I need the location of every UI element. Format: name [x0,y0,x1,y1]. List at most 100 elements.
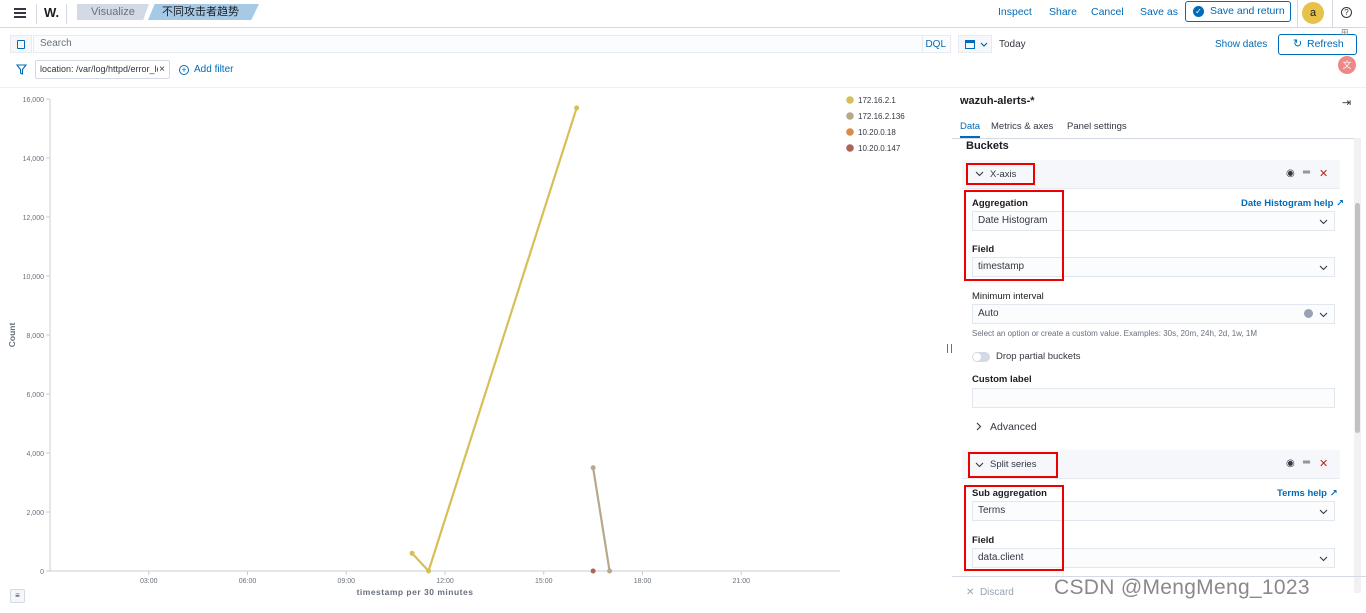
annotation-box-split [968,452,1058,478]
legend-item: 10.20.0.147 [858,144,901,153]
collapse-sidebar-icon[interactable]: ⇥ [1342,96,1351,109]
x-axis-title: timestamp per 30 minutes [357,587,474,597]
x-tick-label: 12:00 [436,578,454,585]
avatar[interactable]: a [1302,2,1324,24]
date-display[interactable]: Today [999,39,1026,50]
eye-icon[interactable]: ◉ [1286,168,1295,179]
remove-icon[interactable]: ✕ [1319,167,1328,180]
app-logo[interactable]: W. [44,5,59,20]
custom-label-label: Custom label [972,374,1032,385]
chevron-right-icon[interactable] [976,422,982,431]
sidebar-scrollbar[interactable] [1354,138,1361,593]
tab-panel-settings[interactable]: Panel settings [1067,121,1127,132]
menu-icon[interactable] [14,8,26,18]
y-tick-label: 8,000 [26,333,44,340]
save-as-button[interactable]: Save as [1140,0,1178,28]
chevron-down-icon [1319,509,1328,515]
refresh-icon: ↻ [1293,38,1303,50]
remove-icon[interactable]: ✕ [1319,457,1328,470]
tab-metrics-axes[interactable]: Metrics & axes [991,121,1053,132]
floating-translate-icon[interactable]: 文 [1338,56,1356,74]
x-tick-label: 06:00 [239,578,257,585]
min-interval-combobox[interactable]: Auto [972,304,1335,324]
breadcrumb-visualize[interactable]: Visualize [77,4,149,20]
add-filter-button[interactable]: + Add filter [179,64,233,75]
data-point [409,550,415,556]
help-link-label: Date Histogram help [1241,198,1334,209]
series-line [592,467,611,572]
data-point [574,105,580,111]
refresh-label: Refresh [1307,38,1344,50]
date-histogram-help-link[interactable]: Date Histogram help ↗ [1241,198,1344,209]
terms-help-label: Terms help [1277,488,1327,499]
filter-pill[interactable]: location: /var/log/httpd/error_log × [35,60,170,79]
min-interval-value: Auto [978,308,999,319]
drag-handle-icon[interactable]: ═ [1303,457,1310,468]
clear-icon[interactable] [1304,309,1313,318]
share-button[interactable]: Share [1049,0,1077,28]
interval-help-text: Select an option or create a custom valu… [972,329,1258,338]
save-and-return-label: Save and return [1210,5,1285,17]
index-pattern-title: wazuh-alerts-* [960,95,1035,107]
x-tick-label: 21:00 [732,578,750,585]
filter-pill-label: location: /var/log/httpd/error_log [40,64,158,74]
external-link-icon: ↗ [1336,198,1344,209]
plus-circle-icon: + [179,65,189,75]
legend-item: 10.20.0.18 [858,128,896,137]
data-point [607,568,613,574]
breadcrumb-current: 不同攻击者趋势对比 [148,4,259,20]
data-point [590,465,596,471]
drop-partial-label: Drop partial buckets [996,351,1081,362]
data-point [590,568,596,574]
save-and-return-button[interactable]: ✓ Save and return [1185,1,1291,22]
date-picker-quick-menu[interactable] [958,35,992,53]
external-link-icon: ↗ [1329,488,1338,499]
x-tick-label: 15:00 [535,578,553,585]
discard-label: Discard [979,587,1014,598]
x-tick-label: 18:00 [634,578,652,585]
chevron-down-icon [1319,312,1328,318]
floating-grid-icon[interactable]: ⊞ [1341,27,1349,38]
search-bar[interactable]: Search DQL [33,35,951,53]
series-line [411,107,578,574]
annotation-box-agg-field [964,190,1064,281]
y-tick-label: 10,000 [23,274,45,281]
watermark: CSDN @MengMeng_1023 [1054,576,1310,599]
advanced-toggle[interactable]: Advanced [990,421,1037,433]
min-interval-label: Minimum interval [972,291,1044,302]
custom-label-input[interactable] [972,388,1335,408]
cancel-button[interactable]: Cancel [1091,0,1124,28]
dql-language-button[interactable]: DQL [925,39,946,50]
legend-item: 172.16.2.1 [858,96,896,105]
inspect-button[interactable]: Inspect [998,0,1032,28]
saved-query-icon[interactable] [10,35,32,53]
filter-icon[interactable] [16,64,27,75]
x-tick-label: 09:00 [337,578,355,585]
y-tick-label: 16,000 [23,97,45,104]
y-tick-label: 6,000 [26,392,44,399]
y-tick-label: 12,000 [23,215,45,222]
x-tick-label: 03:00 [140,578,158,585]
help-icon[interactable]: ? [1341,7,1352,18]
tab-data[interactable]: Data [960,121,981,138]
legend-swatch [846,144,854,152]
legend-swatch [846,128,854,136]
close-icon: ✕ [966,587,975,598]
show-dates-button[interactable]: Show dates [1215,39,1267,50]
legend-swatch [846,112,854,120]
y-tick-label: 14,000 [23,156,45,163]
legend-toggle-icon[interactable]: ≡ [10,589,25,603]
drop-partial-toggle[interactable] [972,352,990,362]
buckets-title: Buckets [966,140,1009,152]
search-input[interactable]: Search [40,38,72,49]
eye-icon[interactable]: ◉ [1286,458,1295,469]
drag-handle-icon[interactable]: ═ [1303,167,1310,178]
calendar-icon [965,40,975,49]
discard-button[interactable]: ✕ Discard [966,587,1014,598]
data-point [426,568,432,574]
close-icon[interactable]: × [159,61,165,78]
annotation-box-xaxis [966,163,1035,185]
chevron-down-icon [1319,219,1328,225]
terms-help-link[interactable]: Terms help ↗ [1277,488,1338,499]
y-tick-label: 2,000 [26,510,44,517]
